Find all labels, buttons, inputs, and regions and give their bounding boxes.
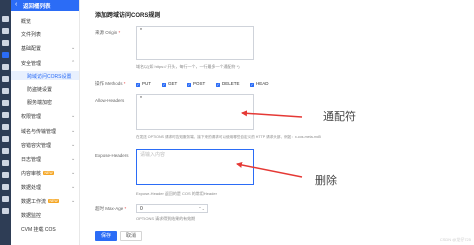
required-mark: * bbox=[118, 30, 121, 35]
rail-icon[interactable] bbox=[2, 148, 9, 154]
origin-textarea[interactable]: * bbox=[136, 26, 254, 60]
rail-icon[interactable] bbox=[2, 64, 9, 70]
stepper-icon[interactable]: ⌃⌄ bbox=[198, 206, 205, 211]
chevron-down-icon: ⌄ bbox=[71, 142, 76, 148]
required-mark: * bbox=[123, 81, 126, 86]
sidebar-item-permissions[interactable]: 权限管理 bbox=[21, 113, 41, 120]
origin-label: 来源 Origin * bbox=[95, 30, 120, 36]
cancel-button[interactable]: 取消 bbox=[120, 231, 142, 241]
rail-icon[interactable] bbox=[2, 196, 9, 202]
rail-icon[interactable] bbox=[2, 136, 9, 142]
chevron-down-icon: ⌄ bbox=[71, 45, 76, 51]
sidebar-item-moderation[interactable]: 内容审核 NEW bbox=[21, 170, 55, 177]
method-delete-label: DELETE bbox=[222, 81, 240, 86]
sidebar-item-cvm-mount[interactable]: CVM 挂载 COS bbox=[21, 226, 56, 233]
sidebar-item-workflow[interactable]: 数据工作流 NEW bbox=[21, 198, 60, 205]
max-age-label: 超时 Max-Age * bbox=[95, 206, 126, 212]
method-get-label: GET bbox=[168, 81, 178, 86]
expose-headers-placeholder: 请输入内容 bbox=[140, 152, 166, 158]
rail-icon[interactable] bbox=[2, 184, 9, 190]
method-delete-checkbox[interactable]: ✓ DELETE bbox=[216, 81, 240, 87]
method-put-checkbox[interactable]: ✓ PUT bbox=[136, 81, 151, 87]
method-head-label: HEAD bbox=[256, 81, 269, 86]
checkbox-checked-icon: ✓ bbox=[216, 82, 220, 87]
checkbox-checked-icon: ✓ bbox=[162, 82, 166, 87]
max-age-hint: OPTIONS 请求得到结果的有效期 bbox=[136, 216, 196, 221]
new-badge: NEW bbox=[48, 199, 60, 203]
sidebar-item-file-list[interactable]: 文件列表 bbox=[21, 31, 41, 38]
method-head-checkbox[interactable]: ✓ HEAD bbox=[250, 81, 269, 87]
annotation-delete: 删除 bbox=[315, 174, 337, 187]
rail-icon[interactable] bbox=[2, 172, 9, 178]
sidebar-item-logs[interactable]: 日志管理 bbox=[21, 156, 41, 163]
max-age-value: 0 bbox=[140, 206, 143, 212]
expose-headers-label: Expose-Headers bbox=[95, 153, 129, 158]
rail-icon[interactable] bbox=[2, 40, 9, 46]
sidebar-item-security[interactable]: 安全管理 bbox=[21, 60, 41, 67]
sidebar-item-cors[interactable]: 跨域访问CORS设置 bbox=[27, 73, 71, 80]
annotation-wildcard: 通配符 bbox=[323, 110, 356, 123]
chevron-down-icon: ⌄ bbox=[71, 170, 76, 176]
sidebar-item-processing[interactable]: 数据处理 bbox=[21, 184, 41, 191]
rail-icon[interactable] bbox=[2, 76, 9, 82]
new-badge: NEW bbox=[43, 171, 55, 175]
rail-icon[interactable] bbox=[2, 88, 9, 94]
method-post-label: POST bbox=[193, 81, 206, 86]
allow-headers-textarea[interactable]: * bbox=[136, 94, 254, 130]
rail-icon[interactable] bbox=[2, 160, 9, 166]
watermark: CSDN @龙仔725 bbox=[439, 237, 471, 242]
rail-icon[interactable] bbox=[2, 112, 9, 118]
rail-icon[interactable] bbox=[2, 208, 9, 214]
chevron-down-icon: ⌄ bbox=[71, 113, 76, 119]
chevron-down-icon: ⌄ bbox=[71, 184, 76, 190]
allow-headers-label: Allow-Headers bbox=[95, 98, 125, 103]
allow-headers-hint: 在发送 OPTIONS 请求时告知服务端，接下来的请求可以使用哪些自定义的 HT… bbox=[136, 135, 321, 139]
sidebar-item-encryption[interactable]: 服务端加密 bbox=[27, 99, 52, 106]
max-age-label-text: 超时 Max-Age bbox=[95, 206, 124, 211]
methods-label: 操作 Methods * bbox=[95, 81, 126, 87]
origin-hint: 域名以(如 https:// 开头，每行一个，一行最多一个通配符 *) bbox=[136, 64, 240, 69]
sidebar-item-overview[interactable]: 概览 bbox=[21, 18, 31, 25]
rail-icon[interactable] bbox=[2, 28, 9, 34]
checkbox-checked-icon: ✓ bbox=[250, 82, 254, 87]
checkbox-checked-icon: ✓ bbox=[187, 82, 191, 87]
sidebar-item-monitoring[interactable]: 数据监控 bbox=[21, 212, 41, 219]
chevron-down-icon: ⌄ bbox=[71, 156, 76, 162]
sidebar-item-basic-config[interactable]: 基础配置 bbox=[21, 45, 41, 52]
method-put-label: PUT bbox=[142, 81, 151, 86]
icon-rail bbox=[0, 0, 11, 245]
sidebar-header[interactable]: ‹ 返回桶列表 bbox=[11, 0, 79, 11]
save-button[interactable]: 保存 bbox=[95, 231, 117, 241]
sidebar-item-domain[interactable]: 域名与传输管理 bbox=[21, 128, 56, 135]
checkbox-checked-icon: ✓ bbox=[136, 82, 140, 87]
sidebar-item-disaster[interactable]: 容错容灾管理 bbox=[21, 142, 51, 149]
chevron-down-icon: ⌄ bbox=[71, 198, 76, 204]
chevron-up-icon: ⌃ bbox=[71, 60, 76, 66]
sidebar-title: 返回桶列表 bbox=[23, 4, 51, 10]
required-mark: * bbox=[124, 206, 127, 211]
method-post-checkbox[interactable]: ✓ POST bbox=[187, 81, 205, 87]
rail-icon[interactable] bbox=[2, 100, 9, 106]
page-title: 添加跨域访问CORS规则 bbox=[95, 13, 161, 19]
rail-icon[interactable] bbox=[2, 124, 9, 130]
max-age-input[interactable]: 0 ⌃⌄ bbox=[136, 204, 208, 213]
expose-headers-textarea[interactable]: 请输入内容 bbox=[136, 149, 254, 185]
rail-icon[interactable] bbox=[2, 16, 9, 22]
chevron-down-icon: ⌄ bbox=[71, 128, 76, 134]
sidebar-item-label: 内容审核 bbox=[21, 171, 42, 177]
back-arrow-icon[interactable]: ‹ bbox=[15, 1, 17, 9]
rail-icon-active[interactable] bbox=[2, 52, 9, 58]
origin-label-text: 来源 Origin bbox=[95, 30, 118, 35]
expose-headers-hint: Expose-Header 返回的是 COS 的常用Header bbox=[136, 191, 217, 196]
method-get-checkbox[interactable]: ✓ GET bbox=[162, 81, 177, 87]
sidebar-item-hotlink[interactable]: 防盗链设置 bbox=[27, 86, 52, 93]
sidebar-item-label: 数据工作流 bbox=[21, 199, 47, 205]
sidebar: ‹ 返回桶列表 概览 文件列表 基础配置 ⌄ 安全管理 ⌃ 跨域访问CORS设置… bbox=[11, 0, 80, 245]
methods-label-text: 操作 Methods bbox=[95, 81, 123, 86]
